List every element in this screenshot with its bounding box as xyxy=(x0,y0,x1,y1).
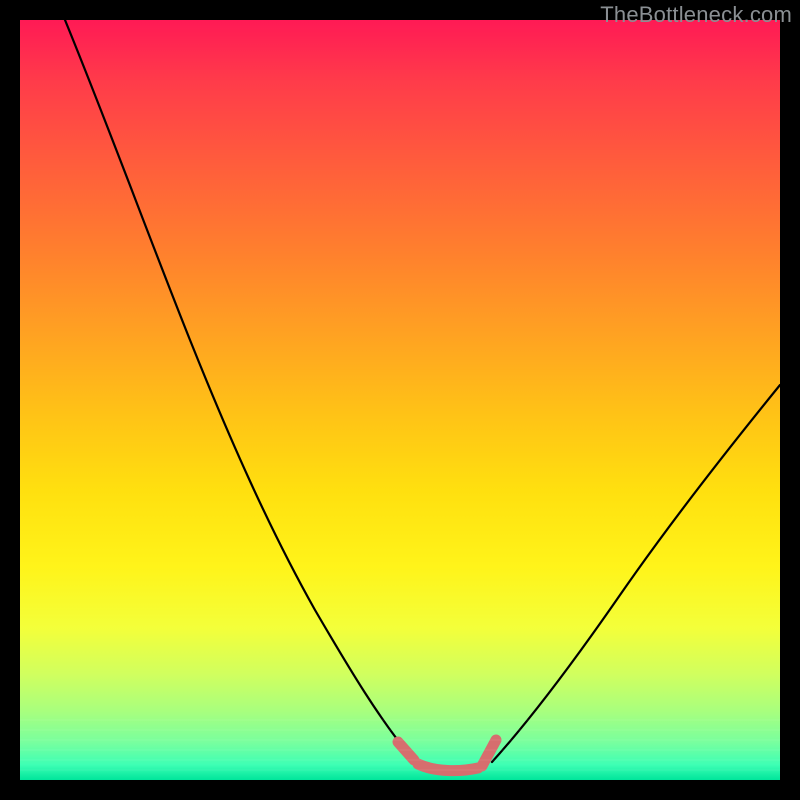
outer-frame: TheBottleneck.com xyxy=(0,0,800,800)
bottom-marks xyxy=(398,740,496,771)
bottom-striations xyxy=(20,720,780,770)
plot-area xyxy=(20,20,780,780)
curve-layer xyxy=(20,20,780,780)
watermark-text: TheBottleneck.com xyxy=(600,2,792,28)
right-curve xyxy=(492,385,780,762)
left-curve xyxy=(65,20,412,758)
